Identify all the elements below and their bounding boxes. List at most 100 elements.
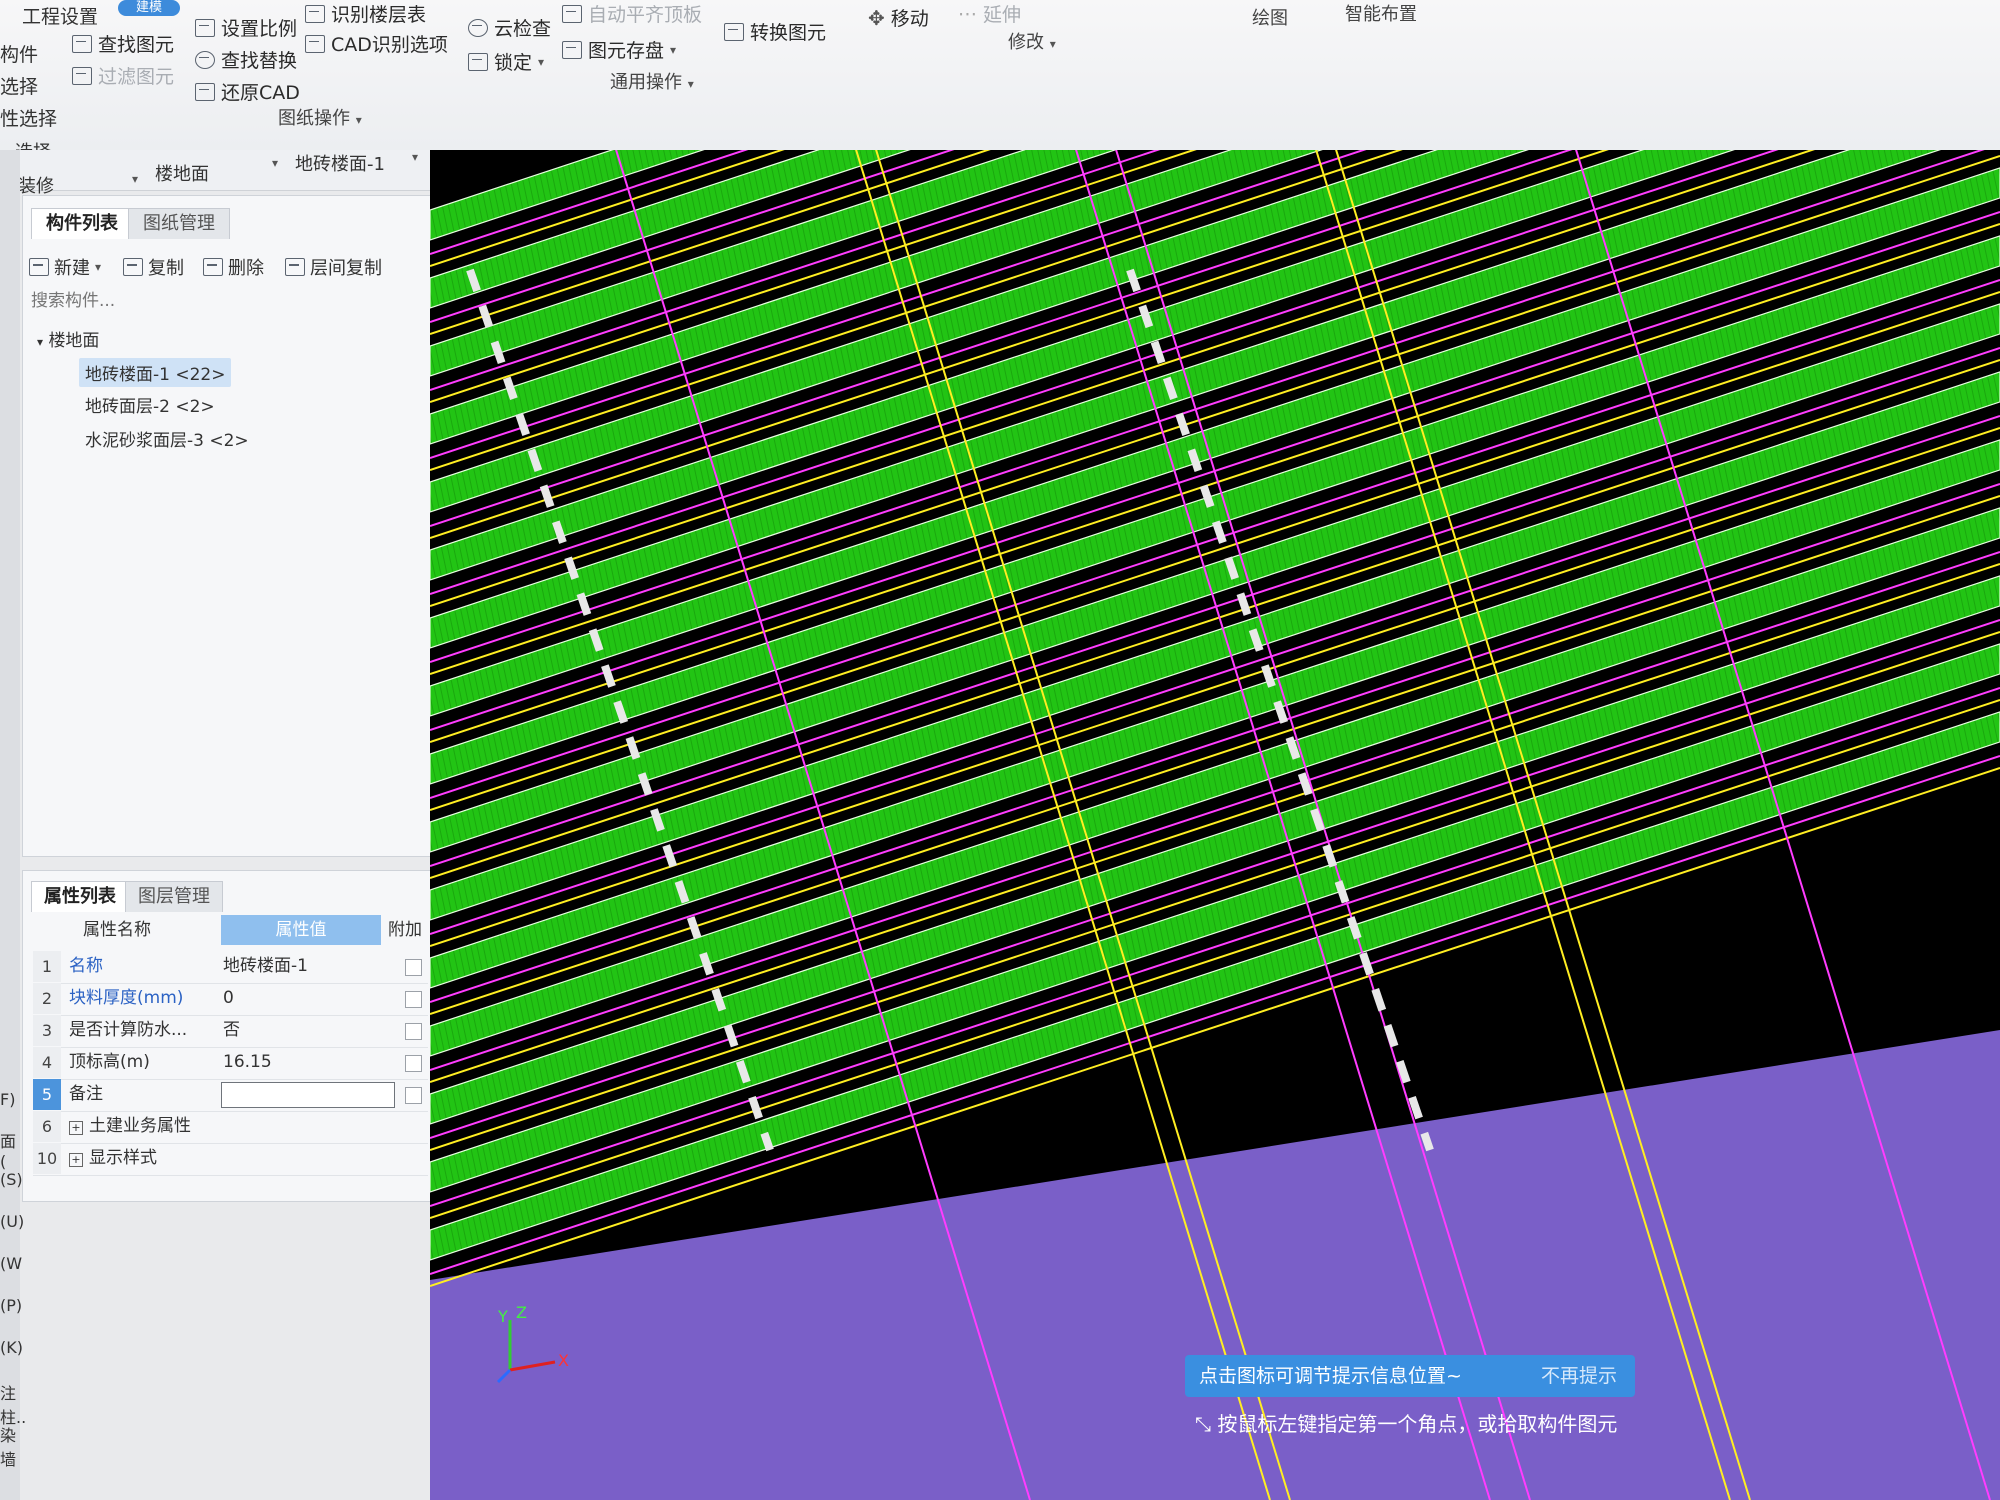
expand-icon[interactable]: +: [69, 1153, 83, 1167]
cad-options-button[interactable]: CAD识别选项: [305, 30, 448, 57]
extra-checkbox[interactable]: [405, 1087, 422, 1104]
lock-icon: [468, 52, 488, 71]
type-dropdown[interactable]: 楼地面: [155, 160, 209, 186]
modify-group[interactable]: 修改 ▾: [1008, 28, 1056, 54]
property-value[interactable]: 0: [223, 983, 234, 1014]
tab-drawing-management[interactable]: 图纸管理: [128, 208, 230, 239]
copy-label: 复制: [148, 258, 184, 279]
tree-item-cement-mortar-3[interactable]: 水泥砂浆面层-3 <2>: [85, 426, 249, 451]
copy-button[interactable]: 复制: [123, 254, 184, 280]
drawing-ops-label: 图纸操作: [278, 108, 350, 129]
smart-layout-group[interactable]: 智能布置: [1345, 0, 1417, 26]
row-number: 1: [33, 951, 61, 982]
tab-layer-management[interactable]: 图层管理: [125, 881, 223, 912]
property-name: 显示样式: [89, 1148, 157, 1168]
cad-model-canvas[interactable]: [430, 150, 2000, 1500]
chevron-down-icon[interactable]: ▾: [272, 156, 278, 170]
dismiss-tip-link[interactable]: 不再提示: [1541, 1355, 1617, 1397]
find-replace-button[interactable]: 查找替换: [195, 46, 297, 73]
ribbon-left-label-3[interactable]: 性选择: [0, 104, 57, 131]
table-icon: [305, 4, 325, 23]
property-name: 顶标高(m): [69, 1052, 150, 1072]
tree-item-floor-tile-2[interactable]: 地砖面层-2 <2>: [85, 392, 215, 417]
chevron-down-icon: ▾: [1049, 37, 1056, 51]
auto-flat-slab-button[interactable]: 自动平齐顶板: [562, 0, 702, 27]
auto-flat-slab-label: 自动平齐顶板: [588, 4, 703, 26]
property-name-expandable[interactable]: + 显示样式: [69, 1143, 157, 1174]
tree-item-floor-tile-1[interactable]: 地砖楼面-1 <22>: [79, 358, 232, 387]
new-button[interactable]: 新建 ▾: [29, 254, 101, 280]
strip-label[interactable]: 面(: [0, 1128, 20, 1171]
strip-label[interactable]: (W: [0, 1254, 22, 1273]
element-dropdown[interactable]: 地砖楼面-1: [295, 150, 385, 176]
property-value[interactable]: 16.15: [223, 1047, 272, 1078]
chevron-down-icon[interactable]: ▾: [132, 172, 138, 186]
draw-group[interactable]: 绘图: [1252, 4, 1288, 30]
component-list-panel: 构件列表 图纸管理 新建 ▾ 复制 删除 层间复制 ▾ 楼地面 地砖楼面-1 <…: [22, 195, 432, 857]
floor-copy-button[interactable]: 层间复制: [285, 254, 382, 280]
strip-label[interactable]: (S): [0, 1170, 23, 1189]
cloud-check-button[interactable]: 云检查: [468, 14, 551, 41]
extra-checkbox[interactable]: [405, 1023, 422, 1040]
property-name-expandable[interactable]: + 土建业务属性: [69, 1111, 191, 1142]
chevron-down-icon: ▾: [687, 77, 694, 91]
extra-checkbox[interactable]: [405, 991, 422, 1008]
command-prompt: ⤡ 按鼠标左键指定第一个角点，或拾取构件图元: [1195, 1408, 1617, 1437]
cloud-check-icon: [468, 18, 488, 37]
floor-copy-label: 层间复制: [310, 258, 382, 279]
row-number: 6: [33, 1111, 61, 1142]
strip-label[interactable]: (K): [0, 1338, 23, 1357]
move-button[interactable]: ✥ 移动: [868, 4, 929, 31]
tab-component-list[interactable]: 构件列表: [31, 208, 133, 239]
delete-button[interactable]: 删除: [203, 254, 264, 280]
strip-label[interactable]: (P): [0, 1296, 22, 1315]
property-row[interactable]: 1 名称 地砖楼面-1: [33, 951, 428, 984]
element-save-button[interactable]: 图元存盘 ▾: [562, 36, 676, 63]
property-row[interactable]: 2 块料厚度(mm) 0: [33, 983, 428, 1016]
general-ops-group[interactable]: 通用操作 ▾: [610, 68, 694, 94]
identify-floor-table-button[interactable]: 识别楼层表: [305, 0, 426, 27]
property-row[interactable]: 5 备注: [33, 1079, 428, 1112]
lock-button[interactable]: 锁定 ▾: [468, 48, 544, 75]
general-ops-label: 通用操作: [610, 72, 682, 93]
restore-cad-button[interactable]: 还原CAD: [195, 78, 300, 105]
extra-checkbox[interactable]: [405, 959, 422, 976]
find-element-icon: [72, 34, 92, 53]
remark-input[interactable]: [221, 1082, 395, 1108]
modify-label: 修改: [1008, 32, 1044, 53]
new-icon: [29, 258, 49, 276]
chevron-down-icon[interactable]: ▾: [412, 150, 418, 164]
convert-element-button[interactable]: 转换图元: [724, 18, 826, 45]
extra-checkbox[interactable]: [405, 1055, 422, 1072]
col-header-extra: 附加: [388, 920, 422, 940]
expand-icon[interactable]: +: [69, 1121, 83, 1135]
cad-3d-viewport[interactable]: Y Z X 点击图标可调节提示信息位置~ 不再提示 ⤡ 按鼠标左键指定第一个角点…: [430, 150, 2000, 1500]
modeling-tab-chip[interactable]: 建模: [118, 0, 180, 16]
property-value[interactable]: 地砖楼面-1: [223, 951, 308, 982]
drawing-ops-group[interactable]: 图纸操作 ▾: [278, 104, 362, 130]
tip-text: 点击图标可调节提示信息位置~: [1199, 1365, 1462, 1387]
ribbon-toolbar: 工程设置 建模 构件 选择 性选择 查找图元 过滤图元 设置比例 查找替换 还原…: [0, 0, 2000, 163]
ribbon-left-label-2: 选择: [0, 76, 39, 98]
tree-root-floor[interactable]: ▾ 楼地面: [37, 326, 99, 351]
tip-message-bar[interactable]: 点击图标可调节提示信息位置~ 不再提示: [1185, 1355, 1635, 1397]
project-settings-label[interactable]: 工程设置: [22, 2, 98, 29]
search-component-input[interactable]: [29, 286, 413, 316]
filter-element-button[interactable]: 过滤图元: [72, 62, 174, 89]
strip-label[interactable]: 染墙: [0, 1422, 20, 1470]
cloud-check-label: 云检查: [494, 18, 552, 40]
property-row[interactable]: 6 + 土建业务属性: [33, 1111, 428, 1144]
extend-button[interactable]: ⋯ 延伸: [958, 0, 1021, 27]
property-value[interactable]: 否: [223, 1015, 240, 1046]
tab-property-list[interactable]: 属性列表: [31, 881, 129, 912]
strip-label[interactable]: F): [0, 1090, 15, 1109]
property-row[interactable]: 10 + 显示样式: [33, 1143, 428, 1176]
set-scale-button[interactable]: 设置比例: [195, 14, 297, 41]
find-element-button[interactable]: 查找图元: [72, 30, 174, 57]
property-row[interactable]: 4 顶标高(m) 16.15: [33, 1047, 428, 1080]
filter-element-label: 过滤图元: [98, 66, 175, 88]
restore-cad-label: 还原CAD: [221, 82, 300, 104]
strip-label[interactable]: 注柱..: [0, 1380, 26, 1428]
strip-label[interactable]: (U): [0, 1212, 24, 1231]
property-row[interactable]: 3 是否计算防水... 否: [33, 1015, 428, 1048]
